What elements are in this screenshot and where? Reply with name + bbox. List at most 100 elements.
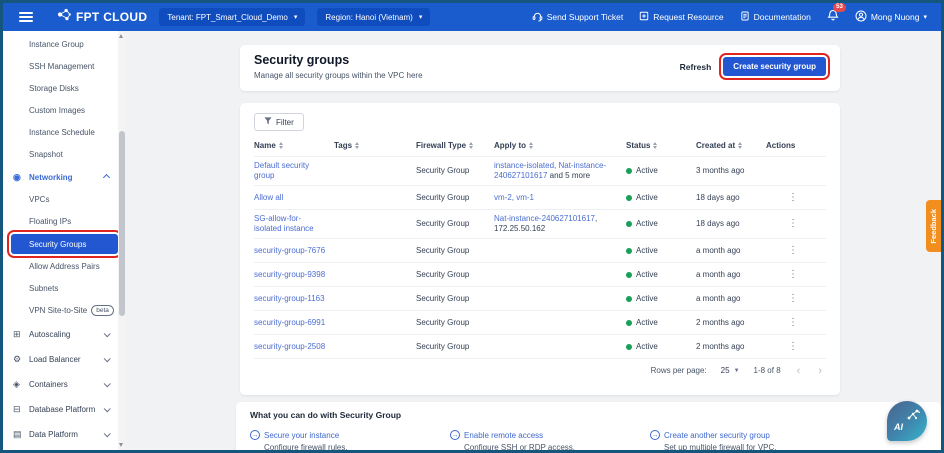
chevron-down-icon: [104, 330, 111, 337]
scroll-down-arrow[interactable]: [119, 443, 123, 447]
user-name: Mong Nuong: [871, 12, 920, 22]
refresh-button[interactable]: Refresh: [680, 62, 712, 72]
sidebar-subitem[interactable]: VPN Site-to-Site beta: [3, 300, 125, 321]
sidebar-subitem[interactable]: Floating IPs: [3, 211, 125, 232]
footer-item-link[interactable]: Secure your instance: [264, 431, 339, 440]
footer-item: → Enable remote access Configure SSH or …: [450, 430, 650, 452]
status-dot: [626, 221, 632, 227]
sort-icon[interactable]: [738, 142, 742, 149]
sort-icon[interactable]: [469, 142, 473, 149]
sort-icon[interactable]: [653, 142, 657, 149]
circle-arrow-icon: →: [250, 430, 260, 440]
status-dot: [626, 320, 632, 326]
create-security-group-button[interactable]: Create security group: [723, 57, 826, 76]
sg-name-link[interactable]: Allow all: [254, 193, 283, 202]
sidebar-item[interactable]: Storage Disks: [3, 77, 125, 99]
sg-name-link[interactable]: security-group-2508: [254, 342, 325, 351]
sg-name-link[interactable]: security-group-9398: [254, 270, 325, 279]
sidebar-section[interactable]: ⚙ Load Balancer: [3, 347, 125, 372]
column-header[interactable]: Tags: [334, 141, 416, 150]
region-dropdown[interactable]: Region: Hanoi (Vietnam) ▾: [317, 8, 430, 26]
fpt-cloud-logo[interactable]: FPT CLOUD: [57, 8, 147, 26]
row-actions-kebab-icon[interactable]: ⋮: [784, 317, 802, 328]
firewall-type-cell: Security Group: [416, 342, 494, 352]
sg-name-link[interactable]: security-group-1163: [254, 294, 325, 303]
sidebar-section[interactable]: ▤ Data Platform: [3, 422, 125, 447]
ai-assistant-bubble[interactable]: AI: [887, 401, 927, 441]
footer-heading: What you can do with Security Group: [250, 410, 927, 420]
row-actions-kebab-icon[interactable]: ⋮: [784, 269, 802, 280]
sidebar-section-networking[interactable]: ◉ Networking: [3, 165, 125, 189]
column-header[interactable]: Created at: [696, 141, 766, 150]
sidebar-scrollbar[interactable]: [118, 31, 125, 450]
sidebar-section[interactable]: ◎ AI Platform: [3, 447, 125, 450]
next-page-button[interactable]: ›: [816, 367, 824, 375]
sg-name-link[interactable]: SG-allow-for-isolated instance: [254, 214, 314, 233]
sidebar-item[interactable]: Instance Schedule: [3, 121, 125, 143]
previous-page-button[interactable]: ‹: [795, 367, 803, 375]
footer-item-desc: Configure SSH or RDP access.: [464, 443, 650, 452]
name-cell: security-group-9398: [254, 270, 334, 280]
row-actions-kebab-icon[interactable]: ⋮: [784, 218, 802, 229]
notifications-bell[interactable]: 53: [827, 8, 839, 26]
status-cell: Active: [626, 246, 696, 256]
firewall-type-cell: Security Group: [416, 219, 494, 229]
row-actions-kebab-icon[interactable]: ⋮: [784, 192, 802, 203]
tenant-dropdown[interactable]: Tenant: FPT_Smart_Cloud_Demo ▾: [159, 8, 305, 26]
sg-name-link[interactable]: security-group-6991: [254, 318, 325, 327]
request-resource-link[interactable]: Request Resource: [639, 11, 723, 23]
column-header[interactable]: Firewall Type: [416, 141, 494, 150]
apply-to-link[interactable]: Nat-instance-240627101617: [494, 214, 595, 223]
sidebar-section[interactable]: ◈ Containers: [3, 372, 125, 397]
column-header[interactable]: Apply to: [494, 141, 626, 150]
sort-icon[interactable]: [529, 142, 533, 149]
sidebar-item[interactable]: Instance Group: [3, 33, 125, 55]
apply-to-link[interactable]: vm-2, vm-1: [494, 193, 534, 202]
table-body: Default security group Security Group in…: [254, 156, 826, 358]
documentation-link[interactable]: Documentation: [740, 11, 811, 23]
row-actions-kebab-icon[interactable]: ⋮: [784, 293, 802, 304]
sg-name-link[interactable]: security-group-7676: [254, 246, 325, 255]
filter-button[interactable]: Filter: [254, 113, 304, 131]
sidebar-item[interactable]: SSH Management: [3, 55, 125, 77]
sidebar-item[interactable]: Snapshot: [3, 143, 125, 165]
sidebar-subitem[interactable]: Security Groups: [11, 234, 118, 254]
section-icon: ⊟: [13, 404, 29, 415]
scrollbar-thumb[interactable]: [119, 131, 125, 316]
column-header[interactable]: Name: [254, 141, 334, 150]
table-row: security-group-2508 Security Group Activ…: [254, 334, 826, 358]
feedback-tab[interactable]: Feedback: [926, 200, 941, 252]
chevron-down-icon: ▾: [294, 13, 298, 21]
section-icon: ▤: [13, 429, 29, 440]
user-menu[interactable]: Mong Nuong ▾: [855, 10, 927, 24]
section-label: Data Platform: [29, 430, 78, 439]
sidebar-item[interactable]: Custom Images: [3, 99, 125, 121]
hamburger-menu-icon[interactable]: [19, 12, 33, 22]
firewall-type-cell: Security Group: [416, 294, 494, 304]
footer-items: → Secure your instance Configure firewal…: [250, 430, 927, 452]
send-support-ticket-link[interactable]: Send Support Ticket: [532, 11, 624, 24]
ai-label: AI: [894, 422, 903, 432]
sg-name-link[interactable]: Default security group: [254, 161, 309, 180]
row-actions-kebab-icon[interactable]: ⋮: [784, 245, 802, 256]
sort-icon[interactable]: [355, 142, 359, 149]
column-label: Firewall Type: [416, 141, 466, 150]
footer-item-link[interactable]: Create another security group: [664, 431, 770, 440]
rows-per-page-value: 25: [721, 366, 730, 375]
sidebar-section[interactable]: ⊟ Database Platform: [3, 397, 125, 422]
section-icon: ⊞: [13, 329, 29, 340]
column-header[interactable]: Status: [626, 141, 696, 150]
row-actions-kebab-icon[interactable]: ⋮: [784, 341, 802, 352]
scroll-up-arrow[interactable]: [119, 34, 123, 38]
sidebar-section[interactable]: ⊞ Autoscaling: [3, 322, 125, 347]
sidebar-subitem[interactable]: Allow Address Pairs: [3, 256, 125, 277]
column-header[interactable]: Actions: [766, 141, 826, 150]
sidebar-subitem[interactable]: Subnets: [3, 278, 125, 299]
table-row: SG-allow-for-isolated instance Security …: [254, 209, 826, 238]
name-cell: security-group-6991: [254, 318, 334, 328]
firewall-type-cell: Security Group: [416, 246, 494, 256]
sort-icon[interactable]: [279, 142, 283, 149]
rows-per-page-select[interactable]: 25 ▼: [721, 366, 740, 375]
footer-item-link[interactable]: Enable remote access: [464, 431, 543, 440]
sidebar-subitem[interactable]: VPCs: [3, 189, 125, 210]
